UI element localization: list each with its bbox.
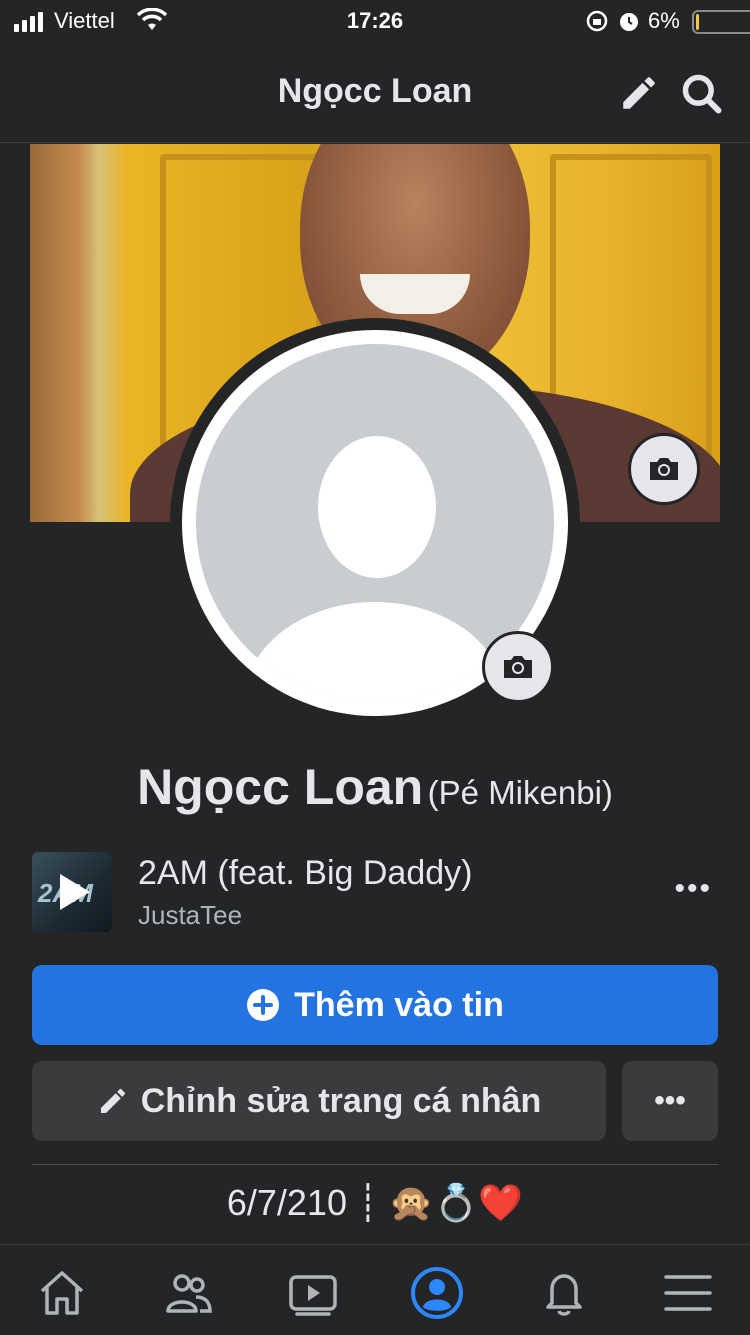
tab-notifications[interactable] <box>534 1263 594 1323</box>
profile-name: Ngọcc Loan <box>137 759 424 815</box>
album-art[interactable]: 2AM <box>32 852 112 932</box>
add-to-story-label: Thêm vào tin <box>294 985 504 1024</box>
music-more-button[interactable]: ••• <box>674 872 712 906</box>
search-icon[interactable] <box>680 72 724 116</box>
song-title: 2AM (feat. Big Daddy) <box>138 854 473 892</box>
cover-camera-button[interactable] <box>628 433 700 505</box>
alarm-icon <box>620 13 638 31</box>
profile-music[interactable]: 2AM 2AM (feat. Big Daddy) JustaTee ••• <box>32 852 722 936</box>
tab-watch[interactable] <box>283 1263 343 1323</box>
add-to-story-button[interactable]: Thêm vào tin <box>32 965 718 1045</box>
plus-circle-icon <box>247 989 280 1021</box>
watch-icon <box>289 1275 337 1316</box>
song-artist: JustaTee <box>138 900 243 930</box>
more-dots-icon: ••• <box>654 1084 686 1117</box>
notifications-icon <box>546 1274 582 1316</box>
bottom-tab-bar <box>0 1244 750 1335</box>
profile-name-row: Ngọcc Loan (Pé Mikenbi) <box>0 758 750 816</box>
battery-percent: 6% <box>648 8 680 33</box>
tab-home[interactable] <box>32 1263 92 1323</box>
camera-icon <box>504 656 532 678</box>
play-icon[interactable] <box>60 874 90 910</box>
top-nav: Ngọcc Loan <box>0 44 750 143</box>
profile-more-button[interactable]: ••• <box>622 1061 718 1141</box>
divider <box>32 1164 718 1165</box>
pencil-icon <box>100 1088 125 1113</box>
tab-menu[interactable] <box>658 1263 718 1323</box>
friends-icon <box>166 1274 212 1313</box>
alternate-name: (Pé Mikenbi) <box>427 774 613 811</box>
battery-icon <box>692 10 750 34</box>
tab-friends[interactable] <box>158 1263 218 1323</box>
tab-profile[interactable] <box>407 1263 467 1323</box>
menu-icon <box>664 1275 712 1311</box>
camera-icon <box>650 458 678 480</box>
edit-pencil-icon[interactable] <box>618 72 660 114</box>
profile-icon <box>411 1267 463 1319</box>
status-bar: Viettel 17:26 6% <box>0 0 750 44</box>
avatar-camera-button[interactable] <box>482 631 554 703</box>
profile-bio: 6/7/210 ┊ 🙊💍❤️ <box>226 1182 524 1223</box>
edit-profile-label: Chỉnh sửa trang cá nhân <box>140 1081 542 1120</box>
home-icon <box>40 1271 84 1315</box>
orientation-lock-icon <box>586 10 608 32</box>
edit-profile-button[interactable]: Chỉnh sửa trang cá nhân <box>32 1061 606 1141</box>
